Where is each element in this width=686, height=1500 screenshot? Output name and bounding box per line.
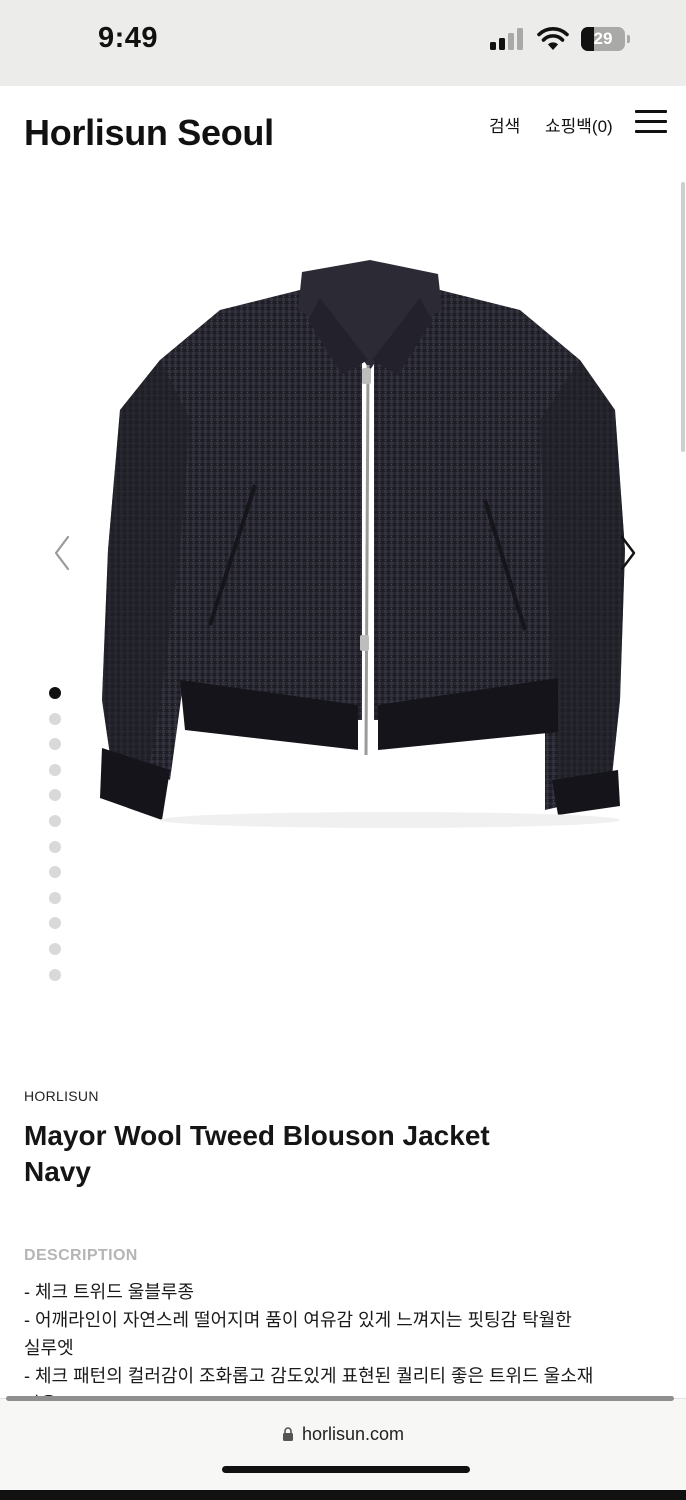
carousel-dot[interactable] (49, 789, 61, 802)
browser-progress-bar (6, 1396, 674, 1401)
product-title: Mayor Wool Tweed Blouson Jacket Navy (24, 1118, 584, 1190)
carousel-dot[interactable] (49, 943, 61, 955)
site-logo[interactable]: Horlisun Seoul (24, 112, 274, 154)
battery-icon: 29 (581, 27, 631, 51)
description-line: - 어깨라인이 자연스레 떨어지며 품이 여유감 있게 느껴지는 핏팅감 탁월한 (24, 1310, 572, 1330)
battery-level: 29 (593, 29, 613, 48)
home-indicator[interactable] (222, 1466, 470, 1473)
description-line: - 체크 패턴의 컬러감이 조화롭고 감도있게 표현된 퀄리티 좋은 트위드 울… (24, 1366, 594, 1386)
product-image[interactable] (90, 250, 650, 830)
scrollbar[interactable] (681, 182, 685, 452)
screen-bottom-edge (0, 1490, 686, 1500)
carousel-dot[interactable] (49, 687, 61, 699)
carousel-dot[interactable] (49, 712, 61, 725)
browser-toolbar (0, 1398, 686, 1500)
search-link[interactable]: 검색 (489, 112, 520, 137)
chevron-left-icon[interactable] (50, 533, 74, 573)
hamburger-menu-icon[interactable] (635, 110, 667, 134)
carousel-dot[interactable] (49, 815, 61, 827)
address-bar[interactable]: horlisun.com (0, 1424, 686, 1445)
carousel-dot[interactable] (49, 738, 61, 751)
description-line: 실루엣 (24, 1338, 74, 1358)
product-title-line: Mayor Wool Tweed Blouson Jacket (24, 1120, 490, 1151)
url-text[interactable]: horlisun.com (302, 1424, 404, 1444)
chevron-right-icon[interactable] (616, 533, 640, 573)
carousel-dot[interactable] (49, 866, 61, 879)
product-title-line: Navy (24, 1156, 91, 1187)
cart-link[interactable]: 쇼핑백(0) (545, 112, 613, 137)
cellular-signal-icon (490, 28, 528, 50)
wifi-icon (537, 27, 569, 50)
status-bar: 9:49 29 (0, 0, 686, 86)
status-time: 9:49 (98, 22, 159, 54)
lock-icon (282, 1427, 293, 1441)
carousel-dot[interactable] (49, 917, 61, 930)
carousel-dot[interactable] (49, 763, 61, 776)
product-vendor: HORLISUN (24, 1088, 99, 1104)
carousel-dot[interactable] (49, 840, 61, 853)
carousel-dot[interactable] (49, 891, 61, 904)
carousel-dot[interactable] (49, 968, 61, 981)
description-label: DESCRIPTION (24, 1247, 138, 1264)
description-line: - 체크 트위드 울블루종 (24, 1282, 195, 1302)
